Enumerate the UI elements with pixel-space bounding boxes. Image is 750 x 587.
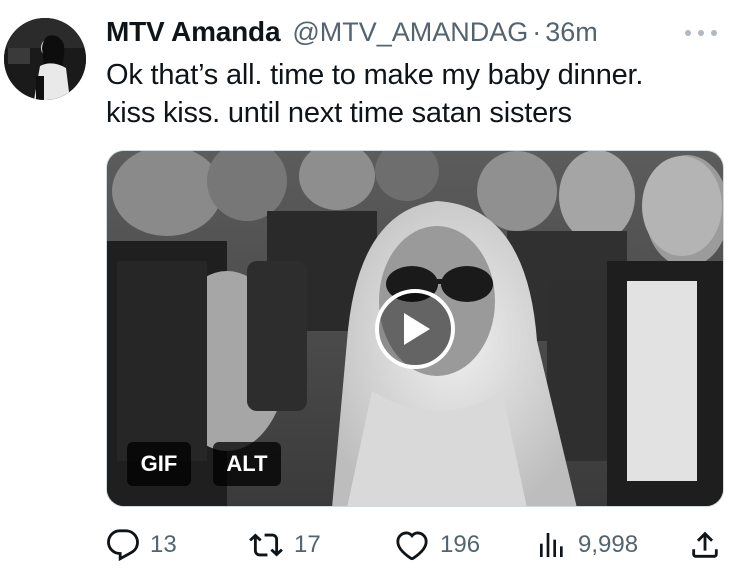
share-button[interactable]: [688, 525, 722, 565]
repost-icon: [249, 533, 283, 557]
like-count: 196: [440, 531, 481, 558]
repost-button[interactable]: 17: [248, 525, 321, 565]
repost-count: 17: [294, 531, 321, 558]
tweet-header: MTV Amanda @MTV_AMANDAG · 36m: [106, 14, 598, 50]
tweet-time[interactable]: 36m: [545, 17, 598, 48]
tweet-text-line: Ok that’s all. time to make my baby dinn…: [106, 59, 644, 91]
views-icon: [540, 533, 563, 557]
gif-badge: GIF: [127, 442, 191, 486]
tweet-text-line: kiss kiss. until next time satan sisters: [106, 97, 572, 129]
reply-icon: [107, 529, 139, 562]
play-icon: [404, 313, 430, 345]
alt-badge[interactable]: ALT: [213, 442, 281, 486]
play-button[interactable]: [375, 289, 455, 369]
more-button[interactable]: [676, 18, 726, 48]
author-handle[interactable]: @MTV_AMANDAG: [292, 17, 528, 48]
avatar[interactable]: [4, 18, 86, 100]
views-count: 9,998: [578, 531, 639, 558]
heart-icon: [396, 531, 428, 561]
more-icon: [685, 30, 717, 36]
tweet-text: Ok that’s all. time to make my baby dinn…: [106, 56, 736, 132]
views-button[interactable]: 9,998: [536, 525, 638, 565]
gif-media[interactable]: GIF ALT: [106, 150, 724, 507]
reply-button[interactable]: 13: [106, 525, 177, 565]
separator-dot: ·: [532, 16, 542, 47]
tweet-actions: 13 17 196 9,998: [106, 525, 726, 565]
author-name[interactable]: MTV Amanda: [106, 16, 281, 48]
like-button[interactable]: 196: [394, 525, 480, 565]
share-icon: [692, 531, 718, 558]
avatar-image: [4, 18, 86, 100]
reply-count: 13: [150, 531, 177, 558]
